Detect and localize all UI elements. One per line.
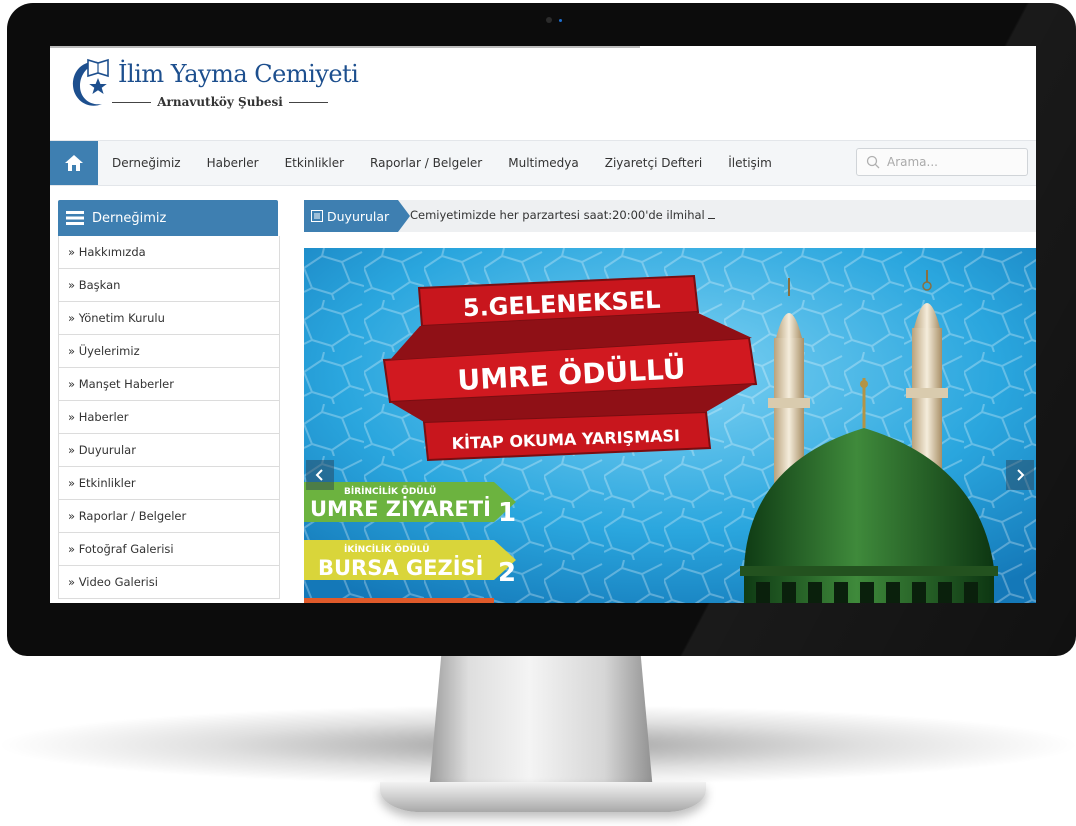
hamburger-menu-icon xyxy=(66,211,84,225)
sidebar-item-haberler[interactable]: » Haberler xyxy=(59,401,279,434)
sidebar-item-raporlar-belgeler[interactable]: » Raporlar / Belgeler xyxy=(59,500,279,533)
slider-prev-button[interactable] xyxy=(306,460,334,490)
subtitle-rule-left xyxy=(112,101,152,103)
subtitle-rule-right xyxy=(288,101,329,103)
list-icon xyxy=(311,210,323,222)
prize1-title: UMRE ZİYARETİ xyxy=(310,496,491,521)
sidebar-item-fotograf-galerisi[interactable]: » Fotoğraf Galerisi xyxy=(59,533,279,566)
announcement-label: Duyurular xyxy=(327,208,390,224)
nav-item-iletisim[interactable]: İletişim xyxy=(728,156,772,170)
site-subtitle-row: Arnavutköy Şubesi xyxy=(112,94,329,110)
search-input[interactable] xyxy=(887,152,1023,172)
monitor-stand-neck xyxy=(428,652,654,802)
prize1-caption: BİRİNCİLİK ÖDÜLÜ xyxy=(344,486,436,497)
sidebar-title: Derneğimiz xyxy=(92,210,167,226)
sidebar-item-uyelerimiz[interactable]: » Üyelerimiz xyxy=(59,335,279,368)
website-screen: İlim Yayma Cemiyeti Arnavutköy Şubesi De… xyxy=(50,46,1036,603)
nav-item-dernegimiz[interactable]: Derneğimiz xyxy=(112,156,181,170)
main-navigation: Derneğimiz Haberler Etkinlikler Raporlar… xyxy=(50,140,1036,186)
top-divider xyxy=(50,46,640,48)
monitor-stand-base xyxy=(380,782,706,812)
nav-item-multimedya[interactable]: Multimedya xyxy=(508,156,578,170)
prize3-banner-edge xyxy=(304,598,494,603)
sidebar-item-duyurular[interactable]: » Duyurular xyxy=(59,434,279,467)
sidebar-item-baskan[interactable]: » Başkan xyxy=(59,269,279,302)
site-subtitle: Arnavutköy Şubesi xyxy=(157,95,283,109)
nav-item-raporlar-belgeler[interactable]: Raporlar / Belgeler xyxy=(370,156,482,170)
chevron-right-icon xyxy=(1017,469,1025,481)
announcement-label-tag: Duyurular xyxy=(304,200,410,232)
prize2-caption: İKİNCİLİK ÖDÜLÜ xyxy=(344,544,430,555)
search-icon[interactable] xyxy=(866,155,880,169)
prize2-rank: 2 xyxy=(498,558,516,588)
slide-image: 5.GELENEKSEL UMRE ÖDÜLLÜ KİTAP OKUMA YAR… xyxy=(304,248,1036,603)
slider-next-button[interactable] xyxy=(1006,460,1034,490)
sidebar-item-yonetim-kurulu[interactable]: » Yönetim Kurulu xyxy=(59,302,279,335)
sidebar-item-hakkimizda[interactable]: » Hakkımızda xyxy=(59,236,279,269)
nav-item-etkinlikler[interactable]: Etkinlikler xyxy=(285,156,344,170)
camera-icon xyxy=(546,17,552,23)
announcement-ticker[interactable]: Cemiyetimizde her parzartesi saat:20:00'… xyxy=(410,208,715,222)
home-button[interactable] xyxy=(50,141,98,185)
camera-led xyxy=(559,19,562,22)
site-title: İlim Yayma Cemiyeti xyxy=(118,60,359,88)
sidebar-header: Derneğimiz xyxy=(58,200,278,236)
nav-item-ziyaretci-defteri[interactable]: Ziyaretçi Defteri xyxy=(605,156,703,170)
prize1-rank: 1 xyxy=(498,498,516,528)
nav-item-haberler[interactable]: Haberler xyxy=(207,156,259,170)
sidebar-item-etkinlikler[interactable]: » Etkinlikler xyxy=(59,467,279,500)
sidebar-menu: » Hakkımızda » Başkan » Yönetim Kurulu »… xyxy=(58,236,280,599)
ticker-cursor xyxy=(707,208,715,219)
sidebar-item-video-galerisi[interactable]: » Video Galerisi xyxy=(59,566,279,599)
prize2-title: BURSA GEZİSİ xyxy=(318,555,483,580)
chevron-left-icon xyxy=(315,469,323,481)
announcement-text: Cemiyetimizde her parzartesi saat:20:00'… xyxy=(410,208,705,222)
nav-menu: Derneğimiz Haberler Etkinlikler Raporlar… xyxy=(98,141,784,185)
home-icon xyxy=(65,155,83,171)
sidebar-item-manset-haberler[interactable]: » Manşet Haberler xyxy=(59,368,279,401)
book-crescent-logo-icon xyxy=(72,58,109,106)
search-box xyxy=(856,148,1028,176)
site-logo[interactable]: İlim Yayma Cemiyeti Arnavutköy Şubesi xyxy=(68,54,368,124)
banner-slider: 5.GELENEKSEL UMRE ÖDÜLLÜ KİTAP OKUMA YAR… xyxy=(304,248,1036,603)
announcement-bar: Duyurular Cemiyetimizde her parzartesi s… xyxy=(304,200,1036,232)
